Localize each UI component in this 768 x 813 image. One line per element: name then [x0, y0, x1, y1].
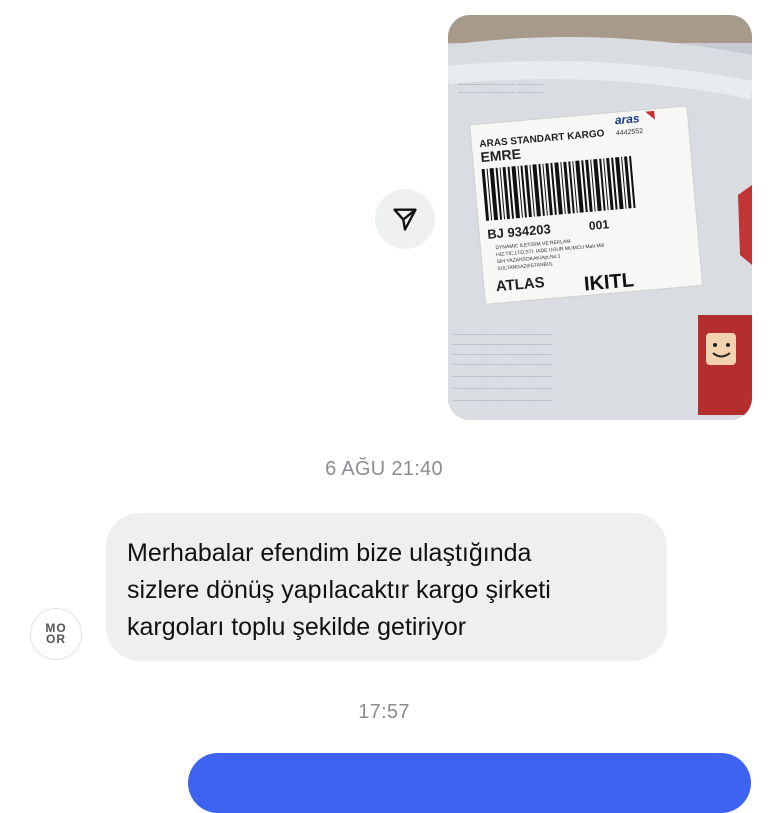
- svg-text:.................... .........: .................... ...................…: [458, 89, 544, 95]
- photo-message[interactable]: .................... ...................…: [448, 15, 752, 420]
- incoming-message-bubble[interactable]: Merhabalar efendim bize ulaştığında sizl…: [106, 513, 667, 661]
- svg-text:..............................: ........................................…: [453, 331, 553, 337]
- label-code: 001: [588, 217, 609, 233]
- message-line: sizlere dönüş yapılacaktır kargo şirketi: [127, 576, 551, 604]
- svg-text:..............................: ........................................…: [453, 341, 553, 347]
- package-photo: .................... ...................…: [448, 15, 752, 420]
- avatar[interactable]: MOOR: [30, 608, 82, 660]
- svg-text:..............................: ........................................…: [453, 397, 553, 403]
- label-aras-logo: aras: [614, 111, 640, 127]
- avatar-logo-text: MOOR: [45, 621, 67, 646]
- svg-text:..............................: ........................................…: [453, 373, 553, 379]
- label-ikitl: IKITL: [583, 269, 635, 295]
- svg-text:.................... .........: .................... ...................…: [458, 81, 544, 87]
- share-button[interactable]: [375, 189, 435, 249]
- message-line: kargoları toplu şekilde getiriyor: [127, 613, 467, 641]
- svg-text:..............................: ........................................…: [453, 351, 553, 357]
- svg-text:..............................: ........................................…: [453, 361, 553, 367]
- timestamp-divider: 17:57: [358, 701, 410, 723]
- paper-plane-icon: [393, 208, 417, 231]
- outgoing-message-bubble[interactable]: [188, 753, 751, 813]
- svg-text:..............................: ........................................…: [453, 385, 553, 391]
- message-line: Merhabalar efendim bize ulaştığında: [127, 539, 532, 567]
- timestamp-divider: 6 AĞU 21:40: [325, 458, 443, 480]
